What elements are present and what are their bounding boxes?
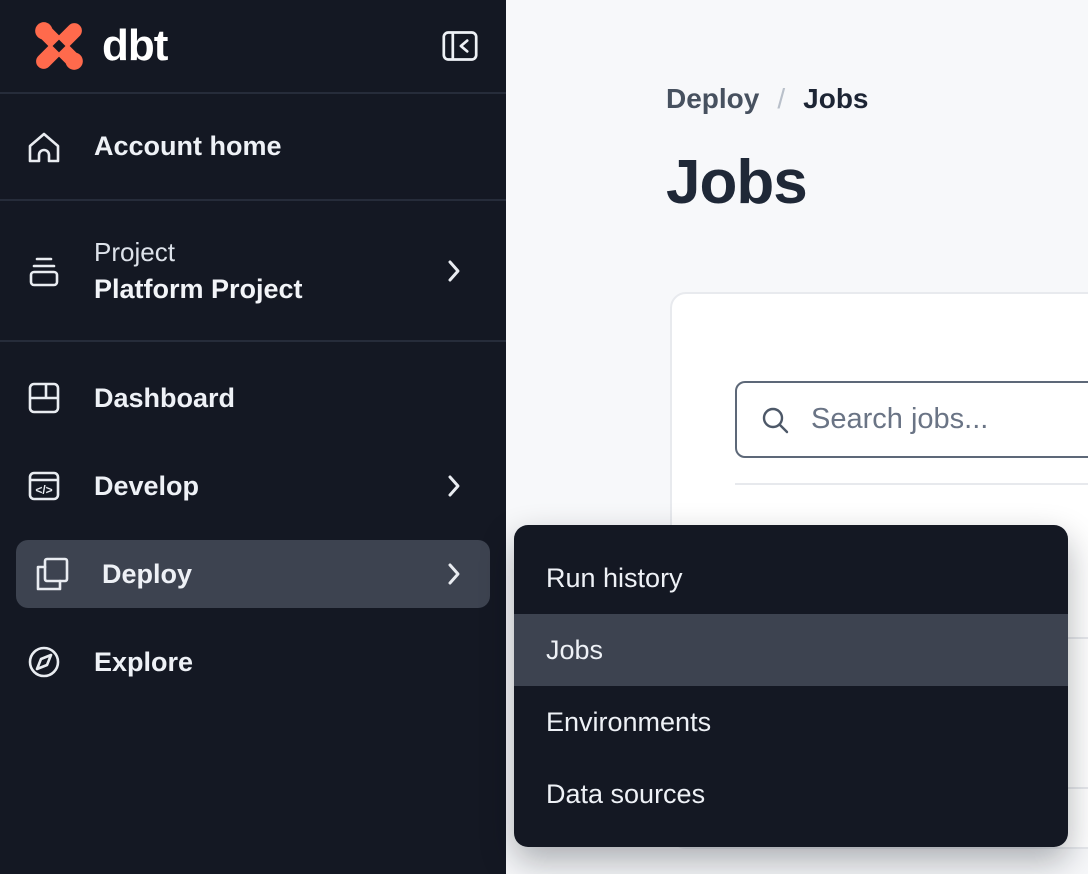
- sidebar: dbt Account home Project Platf: [0, 0, 506, 874]
- sidebar-item-label: Explore: [94, 647, 193, 678]
- project-name: Platform Project: [94, 274, 303, 305]
- sidebar-item-deploy[interactable]: Deploy: [16, 540, 490, 608]
- menu-item-jobs[interactable]: Jobs: [514, 614, 1068, 686]
- dashboard-icon: [24, 378, 64, 418]
- dbt-wordmark: dbt: [102, 21, 167, 71]
- collapse-sidebar-button[interactable]: [442, 30, 478, 62]
- dbt-logo-icon: [28, 20, 90, 72]
- sidebar-item-develop[interactable]: </> Develop: [0, 442, 506, 530]
- breadcrumb-deploy-link[interactable]: Deploy: [666, 82, 759, 116]
- sidebar-item-account-home[interactable]: Account home: [0, 94, 506, 201]
- chevron-right-icon: [446, 473, 462, 499]
- breadcrumb: Deploy / Jobs: [666, 82, 869, 116]
- menu-item-environments[interactable]: Environments: [514, 686, 1068, 758]
- breadcrumb-current: Jobs: [803, 82, 868, 116]
- search-box: [735, 381, 1088, 458]
- explore-icon: [24, 642, 64, 682]
- project-kicker: Project: [94, 237, 303, 268]
- chevron-right-icon: [446, 258, 462, 284]
- project-icon: [24, 251, 64, 291]
- svg-text:</>: </>: [35, 483, 52, 497]
- sidebar-item-explore[interactable]: Explore: [0, 618, 506, 706]
- sidebar-item-label: Account home: [94, 131, 282, 162]
- collapse-sidebar-icon: [442, 30, 478, 62]
- sidebar-header: dbt: [0, 0, 506, 94]
- sidebar-item-label: Deploy: [102, 559, 192, 590]
- sidebar-item-project[interactable]: Project Platform Project: [0, 201, 506, 342]
- deploy-flyout-menu: Run history Jobs Environments Data sourc…: [514, 525, 1068, 847]
- home-icon: [24, 127, 64, 167]
- search-jobs-input[interactable]: [809, 402, 1088, 437]
- menu-item-run-history[interactable]: Run history: [514, 542, 1068, 614]
- chevron-right-icon: [446, 561, 462, 587]
- develop-icon: </>: [24, 466, 64, 506]
- sidebar-item-dashboard[interactable]: Dashboard: [0, 354, 506, 442]
- card-divider: [735, 483, 1088, 485]
- sidebar-item-label: Dashboard: [94, 383, 235, 414]
- page-title: Jobs: [666, 150, 807, 216]
- breadcrumb-separator: /: [777, 82, 785, 116]
- search-icon: [759, 404, 791, 436]
- deploy-icon: [32, 554, 72, 594]
- menu-item-data-sources[interactable]: Data sources: [514, 758, 1068, 830]
- sidebar-item-label: Develop: [94, 471, 199, 502]
